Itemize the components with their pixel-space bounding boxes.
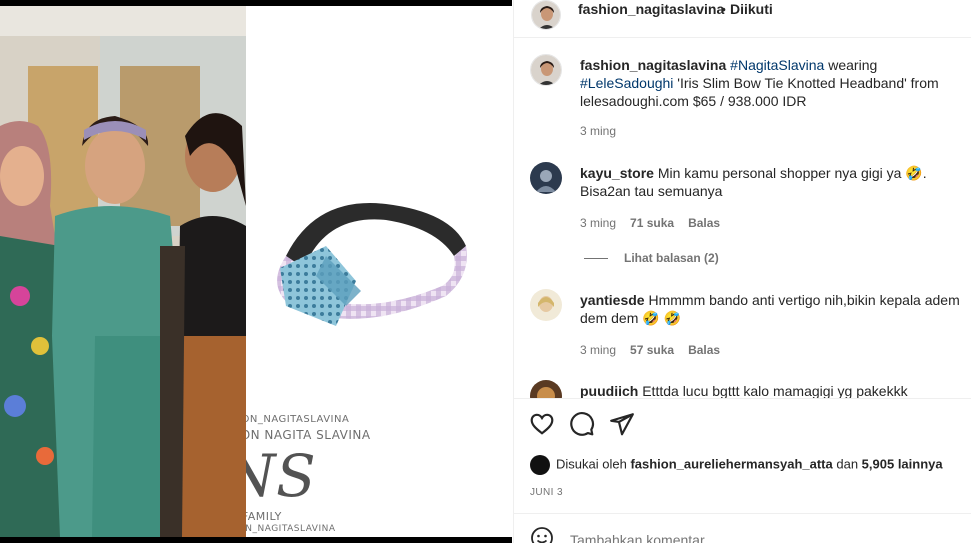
post-actions: Disukai oleh fashion_aureliehermansyah_a…: [514, 398, 971, 543]
follow-status-button[interactable]: Diikuti: [730, 1, 773, 17]
header-username[interactable]: fashion_nagitaslavina: [578, 1, 724, 17]
likes-summary: Disukai oleh fashion_aureliehermansyah_a…: [530, 455, 943, 475]
emoji-icon[interactable]: [530, 526, 554, 543]
comments-list[interactable]: fashion_nagitaslavina #NagitaSlavina wea…: [514, 38, 971, 398]
hashtag-link[interactable]: #NagitaSlavina: [730, 57, 824, 73]
likes-others-link[interactable]: 5,905 lainnya: [862, 456, 943, 471]
replies-divider: [584, 258, 608, 260]
post-header: fashion_nagitaslavina • Diikuti: [514, 0, 971, 38]
avatar[interactable]: [530, 380, 562, 398]
caption-username[interactable]: fashion_nagitaslavina: [580, 57, 726, 73]
timestamp[interactable]: 3 ming: [580, 124, 616, 138]
add-comment-bar: [514, 513, 971, 543]
comment-text: yantiesde Hmmmm bando anti vertigo nih,b…: [580, 291, 971, 327]
comment-content: Etttda lucu bgttt kalo mamagigi yg pakek…: [642, 383, 908, 398]
comment-meta: 3 ming 57 suka Balas: [580, 343, 734, 357]
comment-username[interactable]: puudiich: [580, 383, 638, 398]
post-date[interactable]: JUNI 3: [530, 487, 563, 498]
comment-icon[interactable]: [569, 411, 595, 437]
people-photo-illustration: [0, 6, 246, 537]
add-comment-input[interactable]: [570, 532, 870, 543]
likes-count[interactable]: 57 suka: [630, 343, 674, 357]
avatar[interactable]: [530, 289, 562, 321]
watermark-top: @FASHION_NAGITASLAVINA: [246, 414, 350, 425]
post-sidebar: fashion_nagitaslavina • Diikuti fashion_…: [513, 0, 971, 543]
post-media[interactable]: @FASHION_NAGITASLAVINA FASHION NAGITA SL…: [0, 0, 512, 543]
caption-meta: 3 ming: [580, 124, 630, 138]
likes-middle: dan: [832, 456, 862, 472]
avatar[interactable]: [530, 455, 550, 475]
comment-meta: 3 ming 71 suka Balas: [580, 216, 734, 230]
likes-count[interactable]: 71 suka: [630, 216, 674, 230]
comment-username[interactable]: kayu_store: [580, 165, 654, 181]
view-replies-label: Lihat balasan (2): [624, 251, 719, 265]
reply-button[interactable]: Balas: [688, 343, 720, 357]
send-icon[interactable]: [609, 411, 635, 437]
comment-text: kayu_store Min kamu personal shopper nya…: [580, 164, 971, 200]
comment-username[interactable]: yantiesde: [580, 292, 645, 308]
avatar[interactable]: [530, 54, 562, 86]
watermark-family: RANS FAMILY: [246, 510, 282, 523]
caption-text-part: wearing: [824, 57, 878, 73]
reply-button[interactable]: Balas: [688, 216, 720, 230]
timestamp[interactable]: 3 ming: [580, 216, 616, 230]
product-panel: @FASHION_NAGITASLAVINA FASHION NAGITA SL…: [246, 6, 512, 537]
watermark-logo: FNS: [246, 442, 317, 510]
watermark-bottom: @FASHION_NAGITASLAVINA: [246, 524, 336, 534]
post-photo: [0, 6, 246, 537]
heart-icon[interactable]: [529, 411, 555, 437]
watermark-name: FASHION NAGITA SLAVINA: [246, 428, 371, 442]
header-separator: •: [721, 1, 726, 17]
comment-text: puudiich Etttda lucu bgttt kalo mamagigi…: [580, 382, 971, 398]
view-replies-button[interactable]: Lihat balasan (2): [584, 251, 719, 265]
caption-text: fashion_nagitaslavina #NagitaSlavina wea…: [580, 56, 971, 110]
hashtag-link[interactable]: #LeleSadoughi: [580, 75, 673, 91]
avatar[interactable]: [531, 0, 561, 30]
likes-prefix: Disukai oleh: [556, 456, 631, 472]
avatar[interactable]: [530, 162, 562, 194]
liker-username[interactable]: fashion_aureliehermansyah_atta: [630, 456, 832, 471]
timestamp[interactable]: 3 ming: [580, 343, 616, 357]
